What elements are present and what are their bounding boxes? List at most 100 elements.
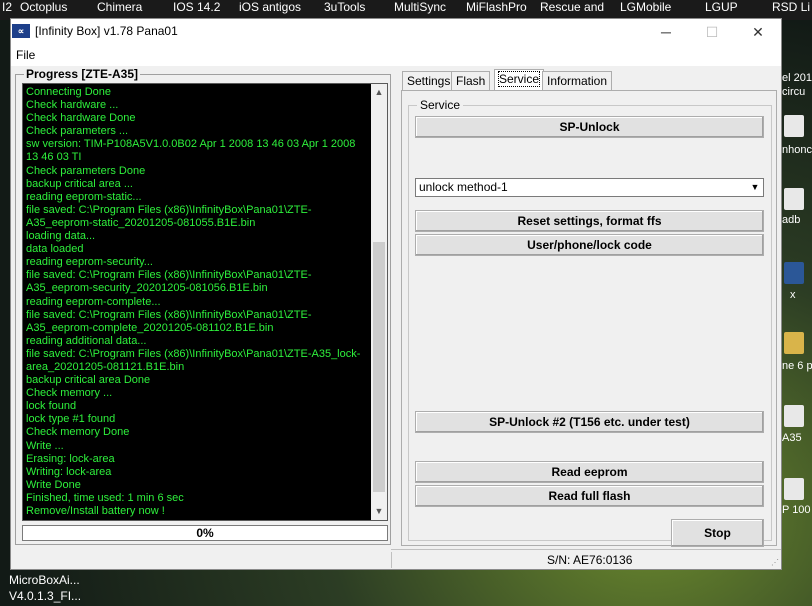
log-line: Check hardware ...	[26, 99, 119, 112]
desktop-icon-label[interactable]: A35	[782, 432, 802, 444]
log-scrollbar[interactable]: ▲ ▼	[371, 84, 387, 520]
file-icon[interactable]	[784, 478, 804, 500]
log-line: loading data...	[26, 230, 96, 243]
progress-bar: 0%	[22, 525, 388, 541]
desktop-icon-label[interactable]: nhonc	[782, 144, 812, 156]
tab-information[interactable]: Information	[542, 71, 613, 90]
log-line: A35_eeprom-complete_20201205-081102.B1E.…	[26, 321, 274, 334]
tab-service[interactable]: Service	[494, 69, 545, 90]
service-panel: Service SP-Unlock unlock method-1 ▼ Rese…	[401, 90, 777, 547]
resize-grip-icon[interactable]: ⋰	[771, 558, 779, 567]
file-icon[interactable]	[784, 405, 804, 427]
progress-group: Progress [ZTE-A35] Connecting Done Check …	[15, 67, 391, 545]
log-line: A35_eeprom-security_20201205-081056.B1E.…	[26, 282, 268, 295]
folder-icon[interactable]	[784, 332, 804, 354]
word-document-icon[interactable]	[784, 262, 804, 284]
reset-settings-button[interactable]: Reset settings, format ffs	[415, 210, 764, 232]
desktop-icon-label[interactable]: LGMobile	[620, 0, 671, 14]
desktop-icon-label[interactable]: P 100	[782, 504, 811, 516]
log-lines: Connecting Done Check hardware ... Check h…	[26, 86, 366, 518]
document-icon[interactable]	[784, 115, 804, 137]
progress-group-label: Progress [ZTE-A35]	[24, 67, 141, 81]
log-line: Writing: lock-area	[26, 465, 112, 478]
log-line: Check hardware Done	[26, 112, 136, 125]
log-line: Check memory Done	[26, 426, 130, 439]
log-line: lock found	[26, 400, 77, 413]
desktop-icon-label[interactable]: Octoplus	[20, 0, 67, 14]
desktop-icon-label[interactable]: Chimera	[97, 0, 142, 14]
desktop-icon-label[interactable]: RSD Li	[772, 0, 810, 14]
log-line: backup critical area Done	[26, 374, 151, 387]
stop-button[interactable]: Stop	[671, 519, 764, 547]
desktop-icon-label[interactable]: 3uTools	[324, 0, 365, 14]
infinity-box-window: ∝ [Infinity Box] v1.78 Pana01 ─ ☐ ✕ File…	[10, 18, 782, 570]
service-group-label: Service	[417, 98, 464, 112]
app-icon: ∝	[12, 24, 30, 38]
desktop-icon-label[interactable]: el 201	[782, 72, 812, 84]
log-line: file saved: C:\Program Files (x86)\Infin…	[26, 203, 312, 216]
file-icon[interactable]	[784, 188, 804, 210]
desktop-icon-label[interactable]: I2	[2, 0, 12, 14]
log-line: A35_eeprom-static_20201205-081055.B1E.bi…	[26, 216, 256, 229]
log-line: file saved: C:\Program Files (x86)\Infin…	[26, 347, 361, 360]
log-line: Write ...	[26, 439, 64, 452]
log-line: reading eeprom-complete...	[26, 295, 161, 308]
desktop-icon-label[interactable]: MiFlashPro	[466, 0, 527, 14]
desktop-icon-label[interactable]: MultiSync	[394, 0, 446, 14]
status-bar: S/N: AE76:0136 ⋰	[391, 549, 781, 569]
log-line: backup critical area ...	[26, 177, 133, 190]
service-group: Service SP-Unlock unlock method-1 ▼ Rese…	[408, 98, 772, 547]
log-line: 13 46 03 TI	[26, 151, 82, 164]
log-line: Remove/Install battery now !	[26, 505, 165, 517]
unlock-method-select[interactable]: unlock method-1 ▼	[415, 178, 764, 197]
desktop-icon-label: V4.0.1.3_FI...	[9, 589, 82, 603]
log-line: Erasing: lock-area	[26, 452, 115, 465]
progress-percent: 0%	[196, 526, 214, 540]
tab-flash[interactable]: Flash	[451, 71, 491, 90]
desktop-icon-microbox[interactable]: MicroBoxAi... V4.0.1.3_FI...	[9, 572, 81, 604]
log-line: Check memory ...	[26, 387, 113, 400]
read-eeprom-button[interactable]: Read eeprom	[415, 461, 764, 483]
window-title: [Infinity Box] v1.78 Pana01	[35, 24, 178, 38]
status-separator	[391, 552, 392, 568]
desktop-icon-label[interactable]: ne 6 p	[782, 360, 812, 372]
log-line: file saved: C:\Program Files (x86)\Infin…	[26, 269, 312, 282]
close-button[interactable]: ✕	[735, 19, 781, 46]
log-line: Write Done	[26, 478, 81, 491]
read-full-flash-button[interactable]: Read full flash	[415, 485, 764, 507]
desktop-icon-label[interactable]: Rescue and	[540, 0, 604, 14]
log-line: area_20201205-081121.B1E.bin	[26, 360, 185, 373]
sp-unlock-2-button[interactable]: SP-Unlock #2 (T156 etc. under test)	[415, 411, 764, 433]
user-phone-lock-code-button[interactable]: User/phone/lock code	[415, 234, 764, 256]
desktop-icon-label[interactable]: circu	[782, 86, 805, 98]
serial-number: S/N: AE76:0136	[547, 553, 633, 567]
scroll-down-icon[interactable]: ▼	[371, 503, 387, 520]
desktop-top-icon-row: I2 Octoplus Chimera IOS 14.2 iOS antigos…	[0, 0, 812, 20]
log-line: reading eeprom-security...	[26, 256, 153, 269]
log-line: lock type #1 found	[26, 413, 116, 426]
tab-settings[interactable]: Settings	[402, 71, 456, 90]
log-line: Finished, time used: 1 min 6 sec	[26, 491, 184, 504]
log-line: Check parameters Done	[26, 164, 146, 177]
chevron-down-icon[interactable]: ▼	[747, 179, 763, 196]
minimize-button[interactable]: ─	[643, 19, 689, 46]
menu-file[interactable]: File	[16, 48, 35, 62]
desktop-right-icons: el 201 circu nhonc adb x ne 6 p A35 P 10…	[780, 20, 812, 606]
title-bar[interactable]: ∝ [Infinity Box] v1.78 Pana01 ─ ☐ ✕	[11, 19, 781, 46]
log-line: sw version: TIM-P108A5V1.0.0B02 Apr 1 20…	[26, 138, 356, 151]
maximize-button[interactable]: ☐	[689, 19, 735, 46]
desktop-icon-label[interactable]: IOS 14.2	[173, 0, 220, 14]
desktop-icon-label[interactable]: x	[790, 289, 796, 301]
desktop-icon-label[interactable]: adb	[782, 214, 800, 226]
desktop-icon-label[interactable]: LGUP	[705, 0, 738, 14]
log-output[interactable]: Connecting Done Check hardware ... Check h…	[22, 83, 388, 521]
scroll-up-icon[interactable]: ▲	[371, 84, 387, 101]
sp-unlock-button[interactable]: SP-Unlock	[415, 116, 764, 138]
log-line: Check parameters ...	[26, 125, 129, 138]
log-line: file saved: C:\Program Files (x86)\Infin…	[26, 308, 312, 321]
desktop-icon-label: MicroBoxAi...	[9, 573, 80, 587]
log-line: data loaded	[26, 243, 84, 256]
scroll-thumb[interactable]	[373, 242, 385, 492]
desktop-icon-label[interactable]: iOS antigos	[239, 0, 301, 14]
menu-bar: File	[11, 46, 781, 66]
